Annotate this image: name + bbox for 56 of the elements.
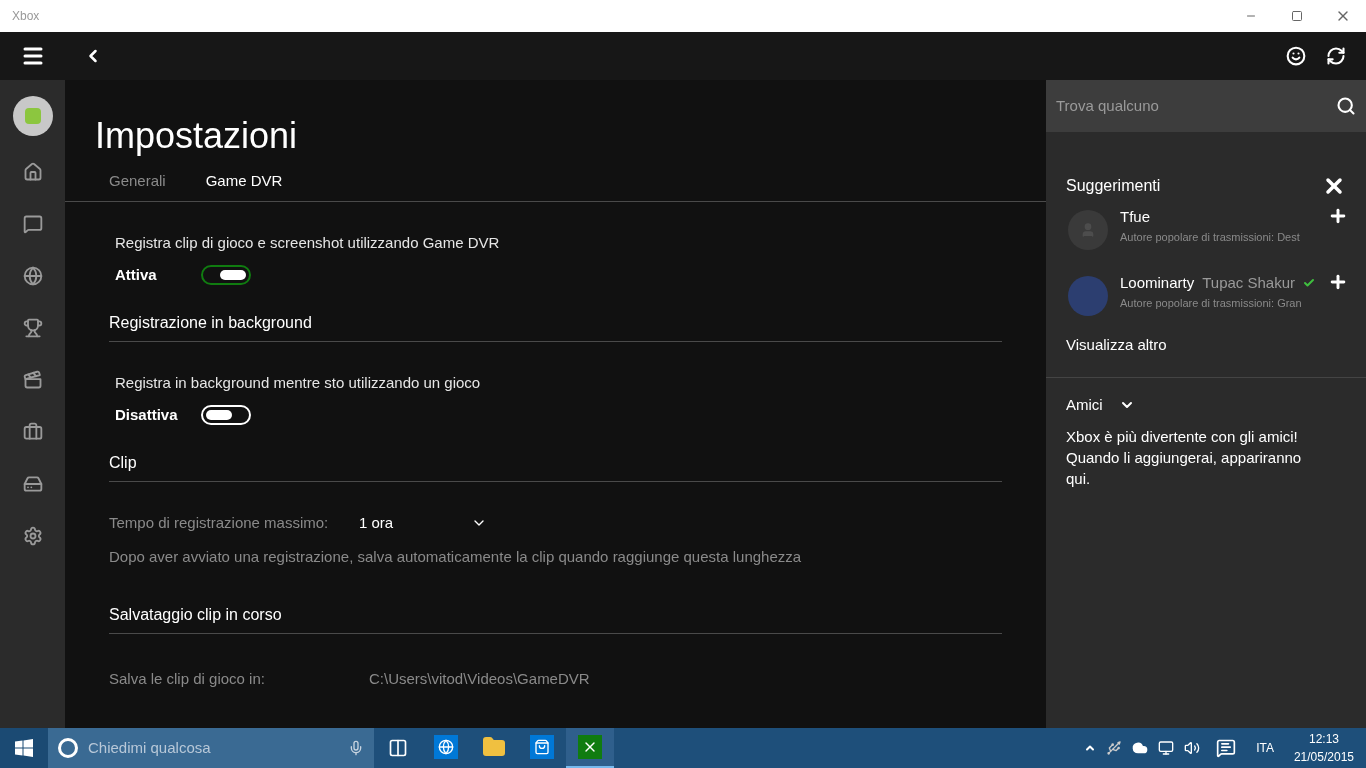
show-more-link[interactable]: Visualizza altro <box>1046 334 1366 357</box>
windows-logo-icon[interactable] <box>15 739 33 757</box>
search-field[interactable]: Trova qualcuno <box>1056 94 1336 118</box>
page-title: Impostazioni <box>94 114 299 158</box>
search-icon[interactable] <box>1336 96 1356 116</box>
refresh-icon[interactable] <box>1326 46 1346 66</box>
duration-dropdown[interactable]: 1 ora <box>359 511 487 534</box>
restore-icon[interactable] <box>1291 10 1303 22</box>
avatar[interactable] <box>12 96 53 136</box>
browser-icon[interactable] <box>434 735 458 759</box>
setting-label: Salva le clip di gioco in: <box>109 668 266 689</box>
section-header: Salvataggio clip in corso <box>109 604 283 625</box>
clock-date[interactable]: 21/05/2015 <box>1293 748 1354 766</box>
toggle-state-label: Disattiva <box>115 405 179 425</box>
gamertag[interactable]: Loominarty <box>1120 272 1195 295</box>
cortana-search-bar[interactable]: Chiedimi qualcosa <box>48 728 374 768</box>
friends-empty-message: Xbox è più divertente con gli amici! Quando li aggiungerai, appariranno qui. <box>1066 427 1303 489</box>
setting-description: Registra clip di gioco e screenshot utilizzando Game DVR <box>115 232 501 253</box>
toggle-switch[interactable] <box>201 265 251 286</box>
language-indicator[interactable]: ITA <box>1256 739 1274 757</box>
messages-icon[interactable] <box>22 214 43 234</box>
globe-icon[interactable] <box>22 266 43 286</box>
add-friend-icon[interactable] <box>1328 206 1348 226</box>
friends-title: Amici <box>1066 394 1103 415</box>
cortana-search-field[interactable]: Chiedimi qualcosa <box>88 736 338 760</box>
folder-path: C:\Users\vitod\Videos\GameDVR <box>369 668 590 689</box>
window-title: Xbox <box>12 8 40 25</box>
gamertag[interactable]: Tfue <box>1120 206 1150 229</box>
suggestion-subtitle: Autore popolare di trasmissioni: Gran <box>1120 295 1303 311</box>
task-view-icon[interactable] <box>388 738 408 758</box>
setting-label: Tempo di registrazione massimo: <box>109 512 330 533</box>
setting-note: Dopo aver avviato una registrazione, salva automaticamente la clip quando raggiunge questa lunghezza <box>109 547 803 567</box>
trophy-icon[interactable] <box>22 318 43 338</box>
cortana-icon <box>58 738 78 758</box>
volume-icon[interactable] <box>1184 740 1201 756</box>
home-icon[interactable] <box>22 162 43 182</box>
smiley-icon[interactable] <box>1286 46 1306 66</box>
suggestions-title: Suggerimenti <box>1066 176 1161 196</box>
clock-time[interactable]: 12:13 <box>1308 730 1339 748</box>
folder-icon[interactable] <box>482 735 506 759</box>
toggle-state-label: Attiva <box>115 265 158 285</box>
usb-icon[interactable] <box>1106 740 1123 756</box>
notification-icon[interactable] <box>1216 738 1237 758</box>
section-header: Registrazione in background <box>109 312 313 333</box>
suggestion-subtitle: Autore popolare di trasmissioni: Dest <box>1120 229 1301 245</box>
microphone-icon[interactable] <box>348 740 364 756</box>
cloud-icon[interactable] <box>1132 740 1149 756</box>
settings-icon[interactable] <box>22 526 43 546</box>
search-bar[interactable]: Trova qualcuno <box>1046 80 1366 132</box>
tab[interactable]: Game DVR <box>205 166 283 197</box>
real-name: Tupac Shakur <box>1202 273 1296 293</box>
setting-description: Registra in background mentre sto utilizzando un gioco <box>115 372 482 393</box>
tab[interactable]: Generali <box>109 166 166 197</box>
section-header: Clip <box>109 452 138 473</box>
network-icon[interactable] <box>1158 740 1175 756</box>
add-friend-icon[interactable] <box>1328 272 1348 292</box>
